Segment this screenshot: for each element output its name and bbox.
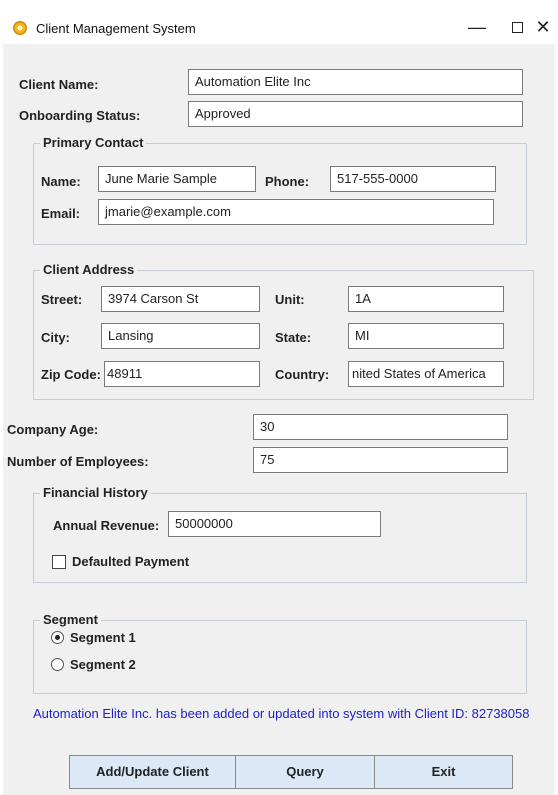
city-label: City: xyxy=(41,330,70,345)
segment-title: Segment xyxy=(40,612,101,627)
contact-email-field[interactable]: jmarie@example.com xyxy=(98,199,494,225)
annual-revenue-label: Annual Revenue: xyxy=(53,518,160,533)
defaulted-payment-label: Defaulted Payment xyxy=(72,554,190,569)
add-update-client-button[interactable]: Add/Update Client xyxy=(69,755,236,789)
unit-label: Unit: xyxy=(275,292,305,307)
title-bar: Client Management System — ✕ xyxy=(0,0,558,44)
contact-phone-field[interactable]: 517-555-0000 xyxy=(330,166,496,192)
defaulted-payment-checkbox[interactable] xyxy=(52,555,66,569)
maximize-icon xyxy=(511,21,523,33)
financial-history-title: Financial History xyxy=(40,485,151,500)
query-button[interactable]: Query xyxy=(235,755,375,789)
client-name-field[interactable]: Automation Elite Inc xyxy=(188,69,523,95)
unit-field[interactable]: 1A xyxy=(348,286,504,312)
minimize-button[interactable]: — xyxy=(457,12,497,42)
segment-2-radio[interactable] xyxy=(51,658,64,671)
primary-contact-group: Primary Contact xyxy=(33,135,527,245)
status-message: Automation Elite Inc. has been added or … xyxy=(33,706,530,721)
segment-1-radio[interactable] xyxy=(51,631,64,644)
financial-history-group: Financial History xyxy=(33,485,527,583)
segment-1-label: Segment 1 xyxy=(70,630,136,645)
street-label: Street: xyxy=(41,292,83,307)
onboarding-status-field[interactable]: Approved xyxy=(188,101,523,127)
contact-name-field[interactable]: June Marie Sample xyxy=(98,166,256,192)
contact-email-label: Email: xyxy=(41,206,81,221)
zip-code-field[interactable]: 48911 xyxy=(104,361,260,387)
client-form: Client Name: Automation Elite Inc Onboar… xyxy=(3,44,555,795)
segment-2-label: Segment 2 xyxy=(70,657,136,672)
close-button[interactable]: ✕ xyxy=(523,12,558,42)
client-name-label: Client Name: xyxy=(19,77,99,92)
onboarding-status-label: Onboarding Status: xyxy=(19,108,141,123)
state-field[interactable]: MI xyxy=(348,323,504,349)
country-field[interactable]: nited States of America xyxy=(348,361,504,387)
app-icon xyxy=(13,21,27,35)
employees-label: Number of Employees: xyxy=(7,454,149,469)
company-age-label: Company Age: xyxy=(7,422,99,437)
employees-field[interactable]: 75 xyxy=(253,447,508,473)
city-field[interactable]: Lansing xyxy=(101,323,260,349)
zip-code-label: Zip Code: xyxy=(41,367,101,382)
window-title: Client Management System xyxy=(36,21,196,36)
client-address-title: Client Address xyxy=(40,262,138,277)
contact-phone-label: Phone: xyxy=(265,174,310,189)
exit-button[interactable]: Exit xyxy=(374,755,513,789)
annual-revenue-field[interactable]: 50000000 xyxy=(168,511,381,537)
company-age-field[interactable]: 30 xyxy=(253,414,508,440)
contact-name-label: Name: xyxy=(41,174,81,189)
country-label: Country: xyxy=(275,367,330,382)
primary-contact-title: Primary Contact xyxy=(40,135,147,150)
state-label: State: xyxy=(275,330,312,345)
street-field[interactable]: 3974 Carson St xyxy=(101,286,260,312)
